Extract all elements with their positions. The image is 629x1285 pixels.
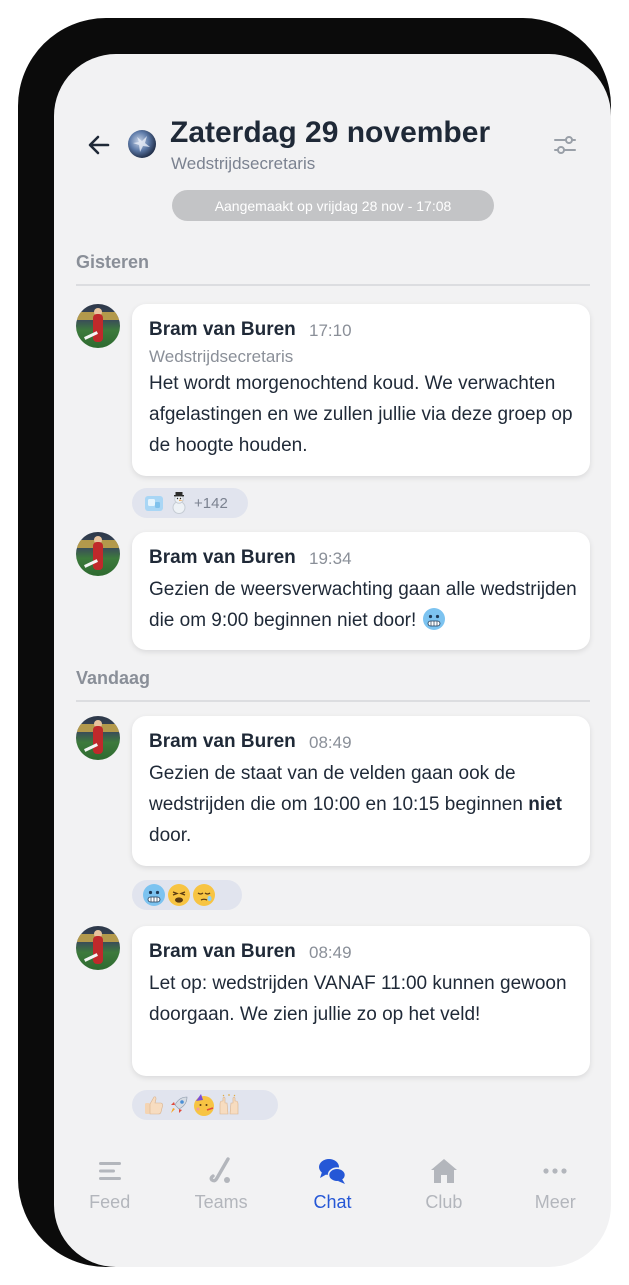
chat-bubbles-icon bbox=[319, 1159, 347, 1184]
nav-label: Chat bbox=[313, 1192, 352, 1212]
avatar[interactable] bbox=[76, 304, 120, 348]
message-text: Gezien de weersverwachting gaan alle wed… bbox=[149, 579, 577, 631]
nav-item-chat[interactable]: Chat bbox=[282, 1146, 382, 1236]
message-text: Het wordt morgenochtend koud. We verwach… bbox=[149, 373, 573, 456]
back-arrow-icon[interactable] bbox=[86, 132, 112, 158]
message-sender: Bram van Buren bbox=[149, 941, 296, 962]
weary-face-emoji-icon bbox=[167, 883, 191, 907]
chat-subtitle: Wedstrijdsecretaris bbox=[171, 154, 316, 173]
chat-title: Zaterdag 29 november bbox=[170, 116, 491, 149]
more-dots-icon bbox=[543, 1168, 567, 1174]
message-text: Gezien de staat van de velden gaan ook d… bbox=[149, 763, 563, 846]
day-label-gisteren: Gisteren bbox=[76, 252, 150, 272]
avatar[interactable] bbox=[76, 926, 120, 970]
chat-header: Zaterdag 29 november Wedstrijdsecretaris… bbox=[54, 54, 611, 224]
nav-item-feed[interactable]: Feed bbox=[60, 1146, 160, 1236]
message-bubble[interactable]: Bram van Buren 19:34 Gezien de weersverw… bbox=[132, 532, 590, 650]
message-time: 19:34 bbox=[309, 549, 352, 568]
message-bubble[interactable]: Bram van Buren 08:49 Gezien de staat van… bbox=[132, 716, 590, 866]
cold-face-emoji-icon bbox=[142, 883, 166, 907]
message-bubble[interactable]: Bram van Buren 17:10 Wedstrijdsecretaris… bbox=[132, 304, 590, 476]
bottom-nav: Feed Teams Chat Club Meer bbox=[54, 1146, 611, 1236]
message-sender: Bram van Buren bbox=[149, 547, 296, 568]
message-bubble[interactable]: Bram van Buren 08:49 Let op: wedstrijden… bbox=[132, 926, 590, 1076]
chat-screen: Zaterdag 29 november Wedstrijdsecretaris… bbox=[54, 54, 611, 1267]
reaction-count: +142 bbox=[194, 494, 228, 512]
ice-cube-emoji-icon bbox=[142, 491, 166, 515]
avatar[interactable] bbox=[76, 532, 120, 576]
message-time: 08:49 bbox=[309, 943, 352, 962]
sender-role: Wedstrijdsecretaris bbox=[149, 347, 294, 366]
message-time: 17:10 bbox=[309, 321, 352, 340]
nav-item-teams[interactable]: Teams bbox=[171, 1146, 271, 1236]
day-label-vandaag: Vandaag bbox=[76, 668, 151, 688]
nav-label: Teams bbox=[194, 1192, 248, 1212]
avatar[interactable] bbox=[76, 716, 120, 760]
day-divider bbox=[76, 284, 590, 286]
message-text: Let op: wedstrijden VANAF 11:00 kunnen g… bbox=[149, 973, 567, 1025]
message-sender: Bram van Buren bbox=[149, 319, 296, 340]
thumbs-up-emoji-icon bbox=[142, 1093, 166, 1117]
nav-label: Meer bbox=[534, 1192, 576, 1212]
message-sender: Bram van Buren bbox=[149, 731, 296, 752]
raised-hands-emoji-icon bbox=[217, 1093, 241, 1117]
cold-face-emoji-icon bbox=[422, 607, 446, 631]
rocket-emoji-icon bbox=[167, 1093, 191, 1117]
feed-icon bbox=[98, 1162, 121, 1180]
partying-face-emoji-icon bbox=[192, 1093, 216, 1117]
hockey-stick-icon bbox=[209, 1157, 231, 1183]
created-timestamp-pill: Aangemaakt op vrijdag 28 nov - 17:08 bbox=[172, 190, 494, 221]
message-reactions[interactable]: +142 bbox=[132, 488, 248, 518]
message-reactions[interactable] bbox=[132, 880, 242, 910]
home-icon bbox=[430, 1159, 457, 1183]
nav-label: Club bbox=[425, 1192, 463, 1212]
message-reactions[interactable] bbox=[132, 1090, 278, 1120]
phone-frame: Zaterdag 29 november Wedstrijdsecretaris… bbox=[18, 18, 611, 1267]
group-avatar[interactable] bbox=[128, 130, 156, 158]
sliders-icon[interactable] bbox=[553, 134, 577, 156]
sleepy-face-emoji-icon bbox=[192, 883, 216, 907]
message-time: 08:49 bbox=[309, 733, 352, 752]
nav-label: Feed bbox=[89, 1192, 131, 1212]
nav-item-meer[interactable]: Meer bbox=[505, 1146, 605, 1236]
day-divider bbox=[76, 700, 590, 702]
nav-item-club[interactable]: Club bbox=[394, 1146, 494, 1236]
snowman-emoji-icon bbox=[167, 491, 191, 515]
